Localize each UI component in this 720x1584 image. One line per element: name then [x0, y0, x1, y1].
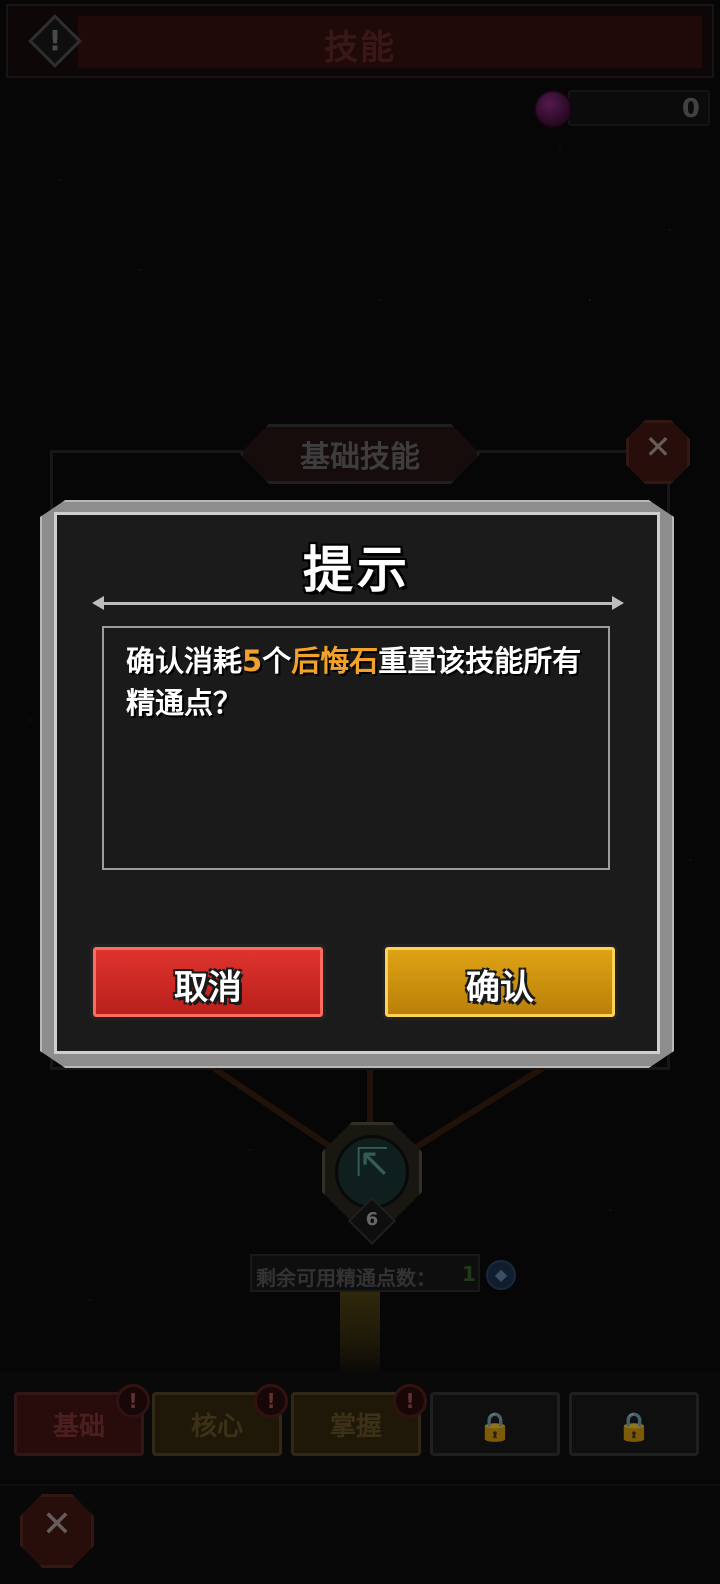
divider-arrow-left: [92, 596, 104, 610]
dialog-divider: [96, 602, 618, 605]
message-count: 5: [242, 644, 263, 678]
divider-arrow-right: [612, 596, 624, 610]
confirm-button-label: 确认: [466, 968, 534, 1008]
dialog-title: 提示: [303, 541, 411, 599]
message-item-name: 后悔石: [291, 644, 379, 678]
message-part: 个: [262, 644, 292, 678]
message-part: 确认消耗: [126, 644, 243, 678]
dialog-message: 确认消耗5个后悔石重置该技能所有精通点？: [126, 640, 596, 724]
cancel-button-label: 取消: [174, 968, 242, 1008]
